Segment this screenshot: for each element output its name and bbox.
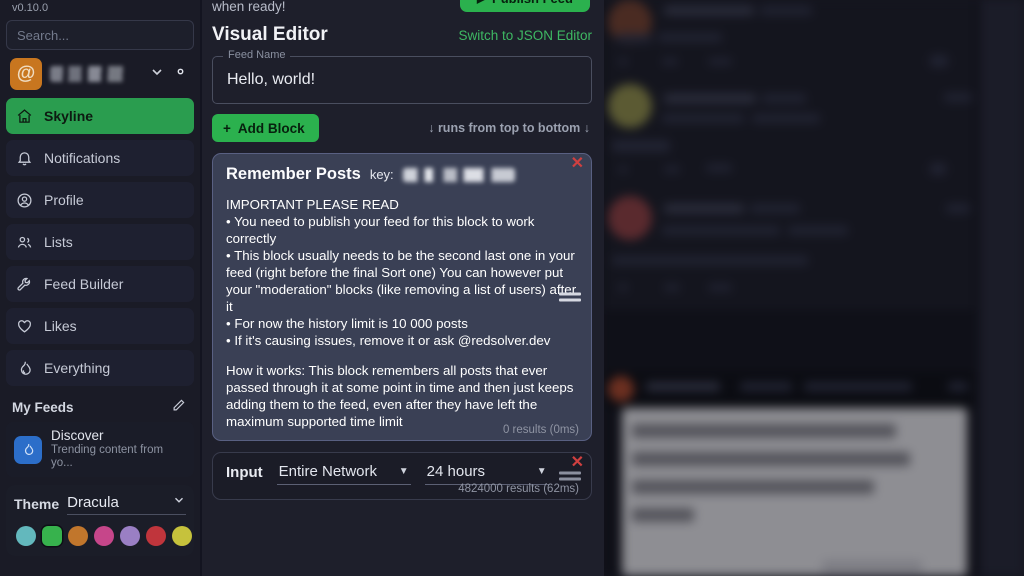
block-key-value-redacted[interactable]	[402, 167, 515, 182]
list-item-title: Discover	[51, 428, 104, 443]
my-feeds-title: My Feeds	[12, 399, 74, 415]
chevron-down-icon: ▼	[398, 466, 409, 478]
block-title: Input	[226, 464, 263, 482]
search-placeholder: Search...	[17, 27, 70, 43]
chevron-down-icon[interactable]	[149, 64, 165, 85]
drag-handle-icon[interactable]	[559, 290, 581, 305]
sidebar-item-notifications[interactable]: Notifications	[6, 140, 194, 176]
block-description: IMPORTANT PLEASE READ • You need to publ…	[226, 196, 578, 430]
drag-handle-icon[interactable]	[559, 469, 581, 484]
swatch-orange[interactable]	[68, 526, 88, 547]
visual-editor-panel: when ready! ▶ Publish Feed Visual Editor…	[200, 0, 604, 576]
sidebar-item-label: Lists	[44, 234, 73, 250]
block-key-label: key:	[369, 167, 394, 182]
app-window: v0.10.0 Search... @ Skyline Notification…	[0, 0, 1024, 576]
theme-swatches	[14, 526, 192, 547]
publish-icon: ▶	[477, 0, 487, 6]
sidebar: v0.10.0 Search... @ Skyline Notification…	[0, 0, 200, 576]
nav-list: Skyline Notifications Profile Lists Feed…	[6, 98, 194, 386]
block-results-status: 4824000 results (62ms)	[458, 483, 579, 496]
sidebar-item-skyline[interactable]: Skyline	[6, 98, 194, 134]
block-title: Remember Posts	[226, 165, 361, 183]
input-block-row: Input Entire Network ▼ 24 hours ▼	[226, 463, 578, 486]
switch-to-json-editor-link[interactable]: Switch to JSON Editor	[458, 28, 592, 43]
input-timewindow-value: 24 hours	[426, 463, 486, 481]
sidebar-item-label: Likes	[44, 318, 77, 334]
publish-feed-button[interactable]: ▶ Publish Feed	[460, 0, 590, 12]
block-description-part2: How it works: This block remembers all p…	[226, 363, 578, 430]
sidebar-item-likes[interactable]: Likes	[6, 308, 194, 344]
feed-name-legend: Feed Name	[223, 49, 291, 61]
close-icon[interactable]: ✕	[571, 156, 584, 172]
add-block-label: Add Block	[237, 120, 305, 136]
theme-label: Theme	[14, 496, 60, 513]
block-remember-posts[interactable]: ✕ Remember Posts key: IMPORTANT PLEASE R…	[212, 153, 592, 442]
gear-icon[interactable]	[171, 62, 190, 86]
add-block-row: + Add Block ↓ runs from top to bottom ↓	[208, 114, 596, 142]
plus-icon: +	[223, 120, 231, 136]
sidebar-item-label: Everything	[44, 360, 111, 376]
publish-strip: when ready! ▶ Publish Feed	[208, 0, 596, 22]
avatar[interactable]: @	[10, 58, 42, 90]
block-input[interactable]: ✕ Input Entire Network ▼ 24 hours ▼ 4824…	[212, 452, 592, 501]
chevron-down-icon: ▼	[536, 466, 547, 478]
publish-hint-text: when ready!	[212, 0, 286, 14]
sidebar-item-feed-builder[interactable]: Feed Builder	[6, 266, 194, 302]
input-source-value: Entire Network	[278, 463, 378, 481]
feed-name-field: Feed Name Hello, world!	[212, 49, 592, 104]
swatch-pink[interactable]	[94, 526, 114, 547]
list-item[interactable]: Discover Trending content from yo...	[6, 422, 194, 478]
feed-name-value: Hello, world!	[227, 71, 316, 88]
chevron-down-icon	[172, 493, 186, 511]
panel-divider	[200, 0, 202, 576]
sidebar-item-label: Skyline	[44, 108, 94, 124]
swatch-yellow[interactable]	[172, 526, 192, 547]
sidebar-item-label: Notifications	[44, 150, 121, 166]
page-title: Visual Editor	[212, 24, 328, 45]
list-item-subtitle: Trending content from yo...	[51, 443, 164, 470]
search-input[interactable]: Search...	[6, 20, 194, 50]
swatch-purple[interactable]	[120, 526, 140, 547]
swatch-red[interactable]	[146, 526, 166, 547]
account-switcher[interactable]: @	[6, 50, 194, 98]
block-header: Remember Posts key:	[226, 165, 578, 184]
runs-order-hint: ↓ runs from top to bottom ↓	[428, 121, 590, 135]
flame-badge-icon	[14, 435, 42, 464]
sidebar-item-label: Feed Builder	[44, 276, 124, 292]
my-feeds-header: My Feeds	[6, 392, 194, 422]
block-description-part1: IMPORTANT PLEASE READ • You need to publ…	[226, 197, 577, 349]
publish-feed-label: Publish Feed	[492, 0, 573, 6]
add-block-button[interactable]: + Add Block	[212, 114, 319, 142]
theme-select[interactable]: Dracula	[67, 493, 186, 516]
sidebar-item-label: Profile	[44, 192, 84, 208]
feed-name-input[interactable]: Hello, world!	[212, 56, 592, 104]
swatch-green[interactable]	[42, 526, 62, 547]
theme-card: Theme Dracula	[6, 485, 194, 557]
sidebar-item-lists[interactable]: Lists	[6, 224, 194, 260]
input-source-select[interactable]: Entire Network ▼	[276, 463, 411, 486]
pencil-icon[interactable]	[171, 398, 186, 416]
version-label: v0.10.0	[12, 2, 49, 14]
input-timewindow-select[interactable]: 24 hours ▼	[424, 463, 549, 486]
swatch-teal[interactable]	[16, 526, 36, 547]
background-feed	[600, 0, 1024, 576]
sidebar-item-everything[interactable]: Everything	[6, 350, 194, 386]
account-handle-redacted	[50, 66, 143, 82]
block-results-status: 0 results (0ms)	[502, 424, 579, 437]
sidebar-item-profile[interactable]: Profile	[6, 182, 194, 218]
theme-select-value: Dracula	[67, 493, 119, 511]
